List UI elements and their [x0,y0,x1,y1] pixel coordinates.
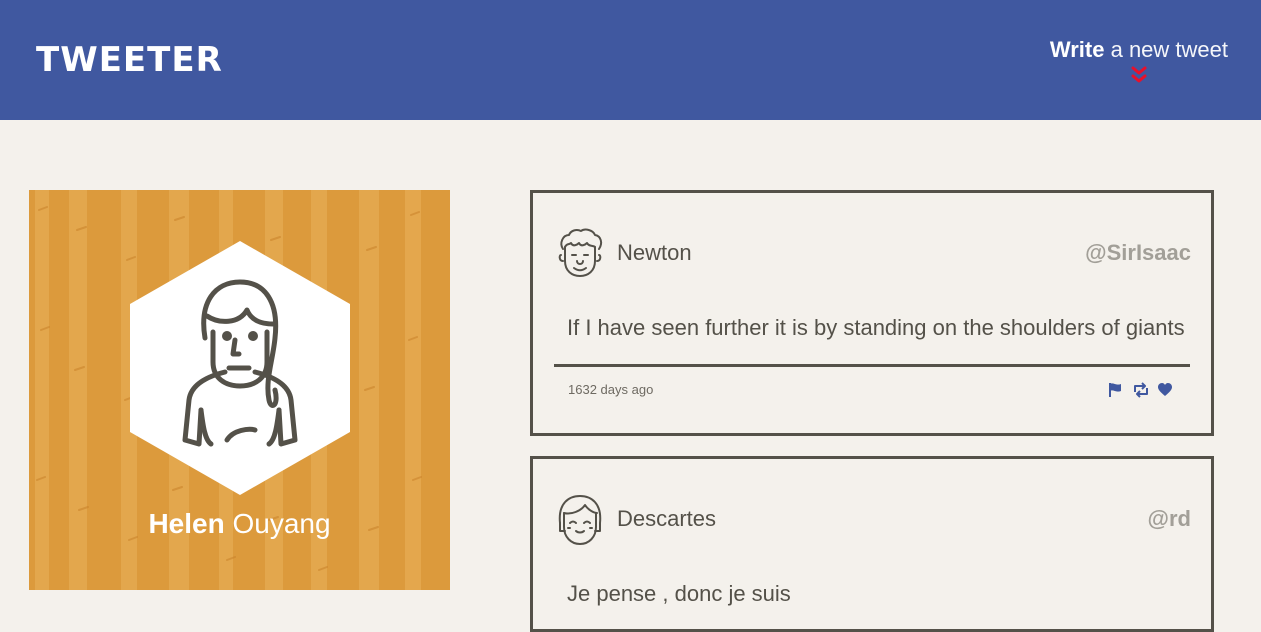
bob-hair-avatar-icon [558,495,602,545]
tweet-content: Je pense , donc je suis [567,581,791,606]
compose-label-bold: Write [1049,37,1105,62]
profile-name: Helen Ouyang [29,504,450,544]
tweet-author-name: Descartes [617,506,717,531]
profile-card: Helen Ouyang [29,190,450,590]
tweet-author-handle[interactable]: @SirIsaac [1085,239,1191,267]
top-navbar: TWEETER Write a new tweet [0,0,1261,120]
compose-toggle-button[interactable]: Write a new tweet [1050,36,1228,84]
profile-first-name: Helen [148,508,225,539]
app-logo[interactable]: TWEETER [36,40,223,80]
tweet-card: Newton @SirIsaac If I have seen further … [530,190,1214,436]
tweet-card: Descartes @rd Je pense , donc je suis [530,456,1214,632]
tweet-author-handle[interactable]: @rd [1148,505,1191,533]
flag-icon[interactable] [1107,382,1123,398]
compose-label-rest: a new tweet [1104,37,1228,62]
profile-last-name: Ouyang [224,508,331,539]
compose-label: Write a new tweet [1050,36,1228,64]
tweet-timestamp: 1632 days ago [568,382,654,397]
tweet-actions [1107,382,1173,398]
avatar-hexagon [130,241,350,495]
tweet-divider [554,364,1190,367]
retweet-icon[interactable] [1132,382,1148,398]
heart-icon[interactable] [1157,382,1173,398]
tweet-author-name: Newton [617,240,692,265]
curly-hair-man-avatar-icon [558,228,603,277]
tweet-content: If I have seen further it is by standing… [567,315,1185,340]
double-chevron-down-icon [1131,66,1147,83]
